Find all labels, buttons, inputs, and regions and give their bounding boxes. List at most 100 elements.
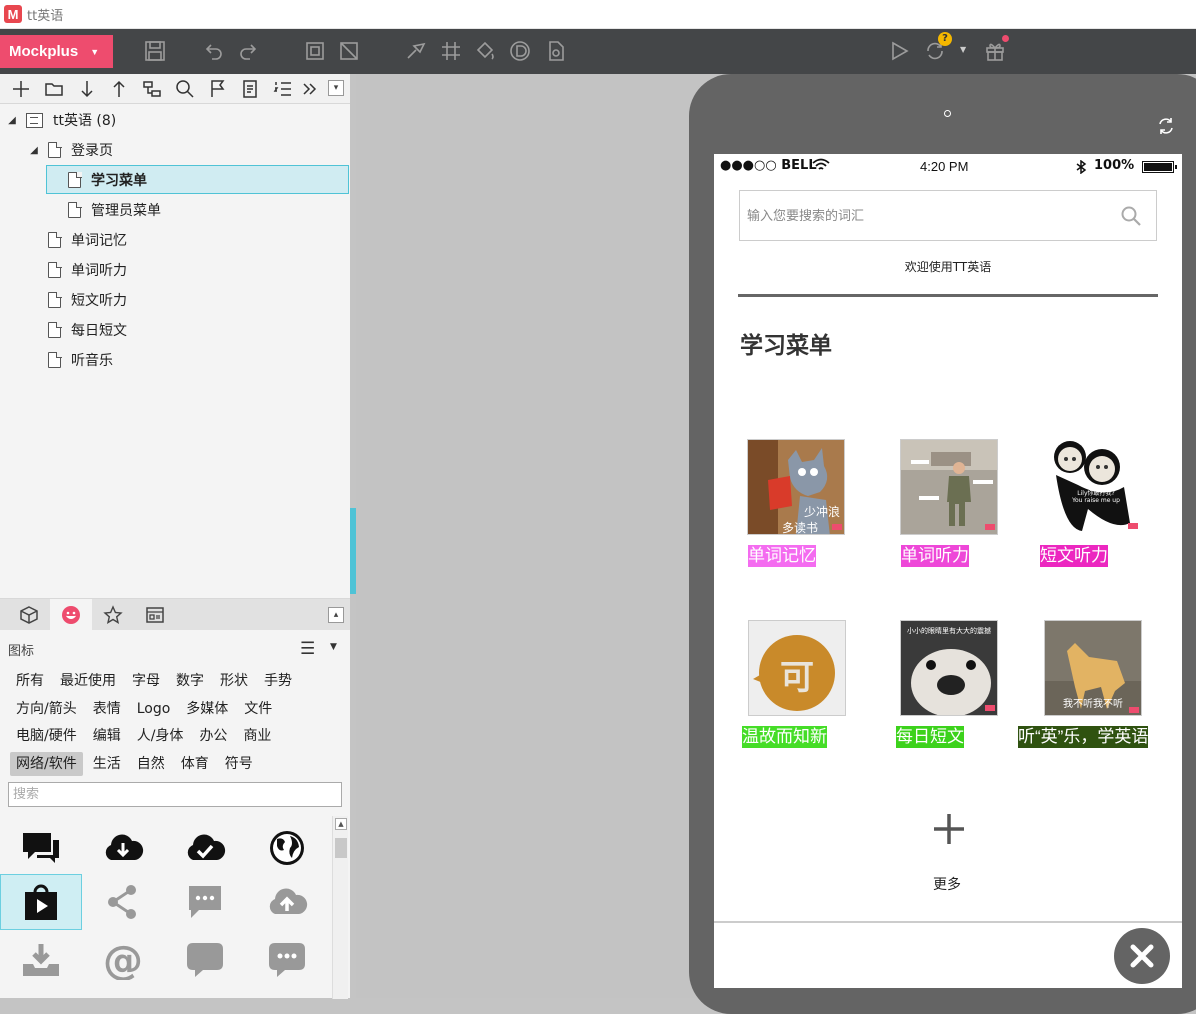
redo-icon[interactable] [236, 38, 262, 64]
mockplus-menu-button[interactable]: Mockplus ▼ [0, 35, 113, 68]
tree-root[interactable]: ◢ tt英语 (8) [6, 106, 116, 134]
category-2-2[interactable]: 人/身体 [131, 724, 190, 748]
card-image-music[interactable]: 我不听我不听 [1044, 620, 1142, 716]
save-icon[interactable] [142, 38, 168, 64]
tree-item-word-memory[interactable]: 单词记忆 [48, 226, 127, 254]
collapse-library-icon[interactable]: ▴ [328, 607, 344, 623]
library-scrollbar[interactable]: ▲ [332, 816, 348, 999]
category-0-2[interactable]: 字母 [126, 669, 166, 693]
list-menu-icon[interactable]: ☰ [300, 639, 315, 659]
category-1-4[interactable]: 文件 [238, 697, 278, 721]
globe-icon[interactable] [246, 820, 328, 876]
card-label-word-listening[interactable]: 单词听力 [901, 545, 969, 567]
export-page-icon[interactable] [543, 38, 569, 64]
page-settings-icon[interactable] [239, 78, 261, 100]
numbered-list-icon[interactable] [272, 78, 294, 100]
move-up-icon[interactable] [108, 78, 130, 100]
category-0-5[interactable]: 手势 [258, 669, 298, 693]
inbox-download-icon[interactable] [0, 932, 82, 988]
card-label-passage-listening[interactable]: 短文听力 [1040, 545, 1108, 567]
library-section-label: 图标 [8, 644, 35, 659]
card-image-passage-listening[interactable]: Lily你敢打我? You raise me up [1044, 439, 1142, 535]
page-icon [48, 321, 62, 338]
tree-item-music[interactable]: 听音乐 [48, 346, 113, 374]
category-1-3[interactable]: 多媒体 [180, 697, 234, 721]
format-brush-icon[interactable] [402, 38, 428, 64]
tree-item-login[interactable]: ◢ 登录页 [28, 136, 113, 164]
card-image-review[interactable]: 可 [748, 620, 846, 716]
expand-panel-icon[interactable]: ▾ [328, 80, 344, 96]
tree-item-passage-listening[interactable]: 短文听力 [48, 286, 127, 314]
hierarchy-icon[interactable] [141, 78, 163, 100]
more-label[interactable]: 更多 [714, 874, 1180, 894]
comment-dots-icon[interactable] [164, 874, 246, 930]
collapse-triangle-icon[interactable]: ◢ [6, 115, 18, 126]
close-button[interactable] [1114, 928, 1170, 984]
category-0-3[interactable]: 数字 [170, 669, 210, 693]
category-0-1[interactable]: 最近使用 [54, 669, 122, 693]
undo-icon[interactable] [200, 38, 226, 64]
category-3-0[interactable]: 网络/软件 [10, 752, 83, 776]
scroll-up-icon[interactable]: ▲ [335, 818, 347, 830]
card-label-word-memory[interactable]: 单词记忆 [748, 545, 816, 567]
flag-icon[interactable] [207, 78, 229, 100]
tree-item-word-listening[interactable]: 单词听力 [48, 256, 127, 284]
share-icon[interactable] [82, 874, 164, 930]
ungroup-icon[interactable] [336, 38, 362, 64]
cloud-check-icon[interactable] [164, 820, 246, 876]
card-label-review[interactable]: 温故而知新 [742, 726, 827, 748]
grid-icon[interactable] [438, 38, 464, 64]
card-label-music[interactable]: 听“英”乐，学英语 [1018, 726, 1149, 748]
card-image-daily-passage[interactable]: 小小的眼睛里有大大的震撼 [900, 620, 998, 716]
category-2-3[interactable]: 办公 [193, 724, 233, 748]
tab-favorites[interactable] [92, 599, 134, 630]
svg-text:多读书: 多读书 [782, 521, 818, 535]
card-image-word-memory[interactable]: 少冲浪 多读书 [747, 439, 845, 535]
search-icon[interactable] [174, 78, 196, 100]
category-0-4[interactable]: 形状 [214, 669, 254, 693]
category-2-4[interactable]: 商业 [237, 724, 277, 748]
category-0-0[interactable]: 所有 [10, 669, 50, 693]
card-label-daily-passage[interactable]: 每日短文 [896, 726, 964, 748]
menu-caret-icon[interactable]: ▼ [330, 642, 337, 652]
category-2-0[interactable]: 电脑/硬件 [10, 724, 83, 748]
speech-bubble-icon[interactable] [164, 932, 246, 988]
cloud-upload-icon[interactable] [246, 874, 328, 930]
move-down-icon[interactable] [76, 78, 98, 100]
group-icon[interactable] [302, 38, 328, 64]
search-icon[interactable] [1120, 205, 1142, 227]
tree-item-daily-passage[interactable]: 每日短文 [48, 316, 127, 344]
play-bag-icon[interactable] [0, 874, 82, 930]
cloud-download-icon[interactable] [82, 820, 164, 876]
chat-bubbles-icon[interactable] [0, 820, 82, 876]
category-3-3[interactable]: 体育 [175, 752, 215, 776]
tree-item-study-menu[interactable]: 学习菜单 [68, 166, 147, 194]
add-folder-icon[interactable] [43, 78, 65, 100]
tree-item-admin-menu[interactable]: 管理员菜单 [68, 196, 161, 224]
category-3-2[interactable]: 自然 [131, 752, 171, 776]
category-1-0[interactable]: 方向/箭头 [10, 697, 83, 721]
category-1-2[interactable]: Logo [131, 697, 177, 721]
plus-icon[interactable] [924, 804, 974, 854]
speech-dots-icon[interactable] [246, 932, 328, 988]
category-3-1[interactable]: 生活 [87, 752, 127, 776]
tab-icons[interactable] [50, 599, 92, 630]
category-2-1[interactable]: 编辑 [87, 724, 127, 748]
add-page-icon[interactable] [10, 78, 32, 100]
word-search-input[interactable]: 输入您要搜索的词汇 [739, 190, 1157, 241]
collapse-triangle-icon[interactable]: ◢ [28, 145, 40, 156]
rotate-device-icon[interactable] [1155, 116, 1177, 136]
icon-search-input[interactable]: 搜索 [8, 782, 342, 807]
category-1-1[interactable]: 表情 [87, 697, 127, 721]
at-sign-icon[interactable]: @ [82, 932, 164, 988]
preview-play-icon[interactable] [886, 38, 912, 64]
more-chevrons-icon[interactable] [299, 78, 321, 100]
card-image-word-listening[interactable] [900, 439, 998, 535]
design-mode-icon[interactable] [507, 38, 533, 64]
tab-templates[interactable] [134, 599, 176, 630]
category-3-4[interactable]: 符号 [219, 752, 259, 776]
sync-caret-icon[interactable]: ▼ [960, 45, 966, 54]
scroll-thumb[interactable] [335, 838, 347, 858]
tab-components[interactable] [8, 599, 50, 630]
fill-bucket-icon[interactable] [472, 38, 498, 64]
